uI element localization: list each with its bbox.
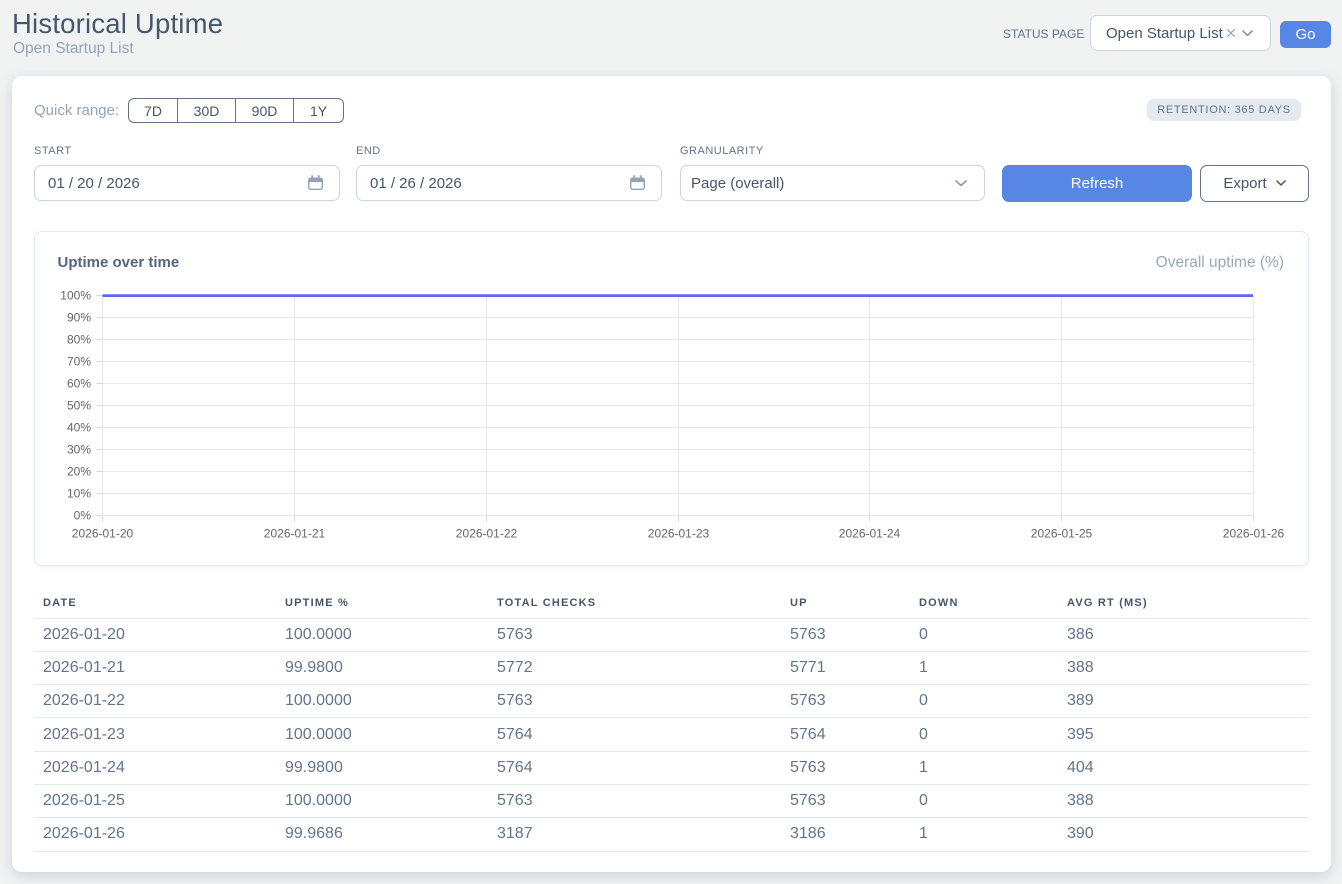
svg-text:80%: 80% xyxy=(67,333,91,347)
svg-text:20%: 20% xyxy=(67,465,91,479)
svg-text:2026-01-22: 2026-01-22 xyxy=(456,527,518,541)
svg-text:2026-01-25: 2026-01-25 xyxy=(1031,527,1093,541)
svg-text:10%: 10% xyxy=(67,487,91,501)
svg-text:2026-01-20: 2026-01-20 xyxy=(72,527,134,541)
svg-text:40%: 40% xyxy=(67,421,91,435)
svg-text:90%: 90% xyxy=(67,311,91,325)
svg-text:2026-01-23: 2026-01-23 xyxy=(648,527,710,541)
svg-text:100%: 100% xyxy=(60,289,91,303)
svg-text:2026-01-24: 2026-01-24 xyxy=(839,527,901,541)
svg-text:0%: 0% xyxy=(74,509,92,523)
svg-text:2026-01-26: 2026-01-26 xyxy=(1223,527,1285,541)
svg-text:2026-01-21: 2026-01-21 xyxy=(264,527,326,541)
svg-text:30%: 30% xyxy=(67,443,91,457)
svg-text:50%: 50% xyxy=(67,399,91,413)
svg-text:70%: 70% xyxy=(67,355,91,369)
svg-text:60%: 60% xyxy=(67,377,91,391)
